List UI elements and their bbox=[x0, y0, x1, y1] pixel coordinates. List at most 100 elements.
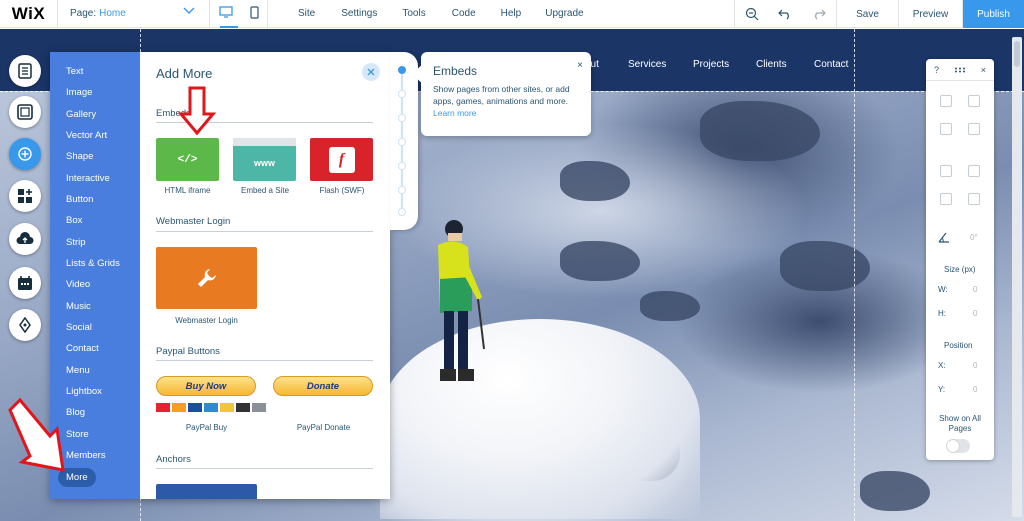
help-icon[interactable]: ? bbox=[934, 65, 939, 75]
webmaster-login-label: Webmaster Login bbox=[175, 316, 238, 325]
category-button[interactable]: Button bbox=[66, 194, 93, 205]
menu-code[interactable]: Code bbox=[452, 8, 476, 19]
arrange-icon[interactable] bbox=[940, 165, 952, 177]
paste-icon[interactable] bbox=[968, 95, 980, 107]
category-image[interactable]: Image bbox=[66, 87, 92, 98]
category-text[interactable]: Text bbox=[66, 66, 83, 77]
duplicate-icon[interactable] bbox=[940, 123, 952, 135]
category-more[interactable]: More bbox=[58, 468, 96, 487]
distribute-icon[interactable] bbox=[940, 193, 952, 205]
rail-dot[interactable] bbox=[398, 114, 406, 122]
category-shape[interactable]: Shape bbox=[66, 151, 93, 162]
height-label: H: bbox=[938, 309, 946, 318]
preview-button[interactable]: Preview bbox=[898, 0, 962, 28]
close-icon[interactable] bbox=[362, 63, 380, 81]
flash-swf-tile[interactable]: f bbox=[310, 138, 373, 181]
rail-dot[interactable] bbox=[398, 138, 406, 146]
height-value[interactable]: 0 bbox=[973, 309, 977, 318]
learn-more-link[interactable]: Learn more bbox=[433, 108, 476, 118]
category-lists-grids[interactable]: Lists & Grids bbox=[66, 258, 120, 269]
embed-site-tile[interactable]: www bbox=[233, 138, 296, 181]
inspector-close-icon[interactable]: × bbox=[981, 65, 986, 75]
app-market-icon[interactable] bbox=[9, 180, 41, 212]
undo-icon[interactable] bbox=[768, 0, 802, 28]
paypal-donate-button[interactable]: Donate bbox=[273, 376, 373, 396]
category-interactive[interactable]: Interactive bbox=[66, 173, 110, 184]
match-size-icon[interactable] bbox=[968, 193, 980, 205]
webmaster-login-tile[interactable] bbox=[156, 247, 257, 309]
scrollbar-thumb[interactable] bbox=[1014, 41, 1020, 67]
rock bbox=[560, 241, 640, 281]
bookings-icon[interactable] bbox=[9, 267, 41, 299]
background-icon[interactable] bbox=[9, 96, 41, 128]
wix-logo[interactable]: WiX bbox=[0, 0, 58, 28]
active-device-indicator bbox=[220, 25, 238, 28]
rotate-icon[interactable] bbox=[938, 231, 950, 246]
paypal-donate-label: PayPal Donate bbox=[296, 423, 351, 432]
menus-pages-icon[interactable] bbox=[9, 55, 41, 87]
category-gallery[interactable]: Gallery bbox=[66, 109, 96, 120]
menu-tools[interactable]: Tools bbox=[402, 8, 425, 19]
site-nav-contact[interactable]: Contact bbox=[814, 59, 848, 70]
section-title-anchors: Anchors bbox=[156, 454, 191, 465]
tooltip-close-icon[interactable]: × bbox=[577, 60, 583, 71]
category-store[interactable]: Store bbox=[66, 429, 89, 440]
align-icon[interactable] bbox=[968, 165, 980, 177]
rail-dot[interactable] bbox=[398, 186, 406, 194]
mobile-icon[interactable] bbox=[249, 5, 259, 22]
category-members[interactable]: Members bbox=[66, 450, 106, 461]
category-menu[interactable]: Menu bbox=[66, 365, 90, 376]
menu-settings[interactable]: Settings bbox=[341, 8, 377, 19]
y-value[interactable]: 0 bbox=[973, 385, 977, 394]
blog-icon[interactable] bbox=[9, 309, 41, 341]
redo-icon[interactable] bbox=[802, 0, 836, 28]
category-contact[interactable]: Contact bbox=[66, 343, 99, 354]
tooltip-title: Embeds bbox=[433, 64, 478, 78]
page-selector[interactable]: Page: Home bbox=[58, 0, 210, 28]
chevron-down-icon[interactable] bbox=[183, 7, 195, 18]
zoom-icon[interactable] bbox=[734, 0, 768, 28]
rail-dot-embeds[interactable] bbox=[398, 66, 406, 74]
anchor-tile[interactable] bbox=[156, 484, 257, 499]
category-lightbox[interactable]: Lightbox bbox=[66, 386, 102, 397]
page-selector-label: Page: bbox=[70, 8, 97, 19]
rail-dot[interactable] bbox=[398, 162, 406, 170]
category-vector-art[interactable]: Vector Art bbox=[66, 130, 107, 141]
width-value[interactable]: 0 bbox=[973, 285, 977, 294]
category-music[interactable]: Music bbox=[66, 301, 91, 312]
add-panel-content: Add More Embeds </> HTML iframe www Embe… bbox=[140, 52, 390, 499]
canvas-scrollbar[interactable] bbox=[1012, 37, 1022, 517]
inspector-panel: ? × 0° Size (px) W: 0 H: 0 Position X: 0… bbox=[926, 59, 994, 460]
html-iframe-tile[interactable]: </> bbox=[156, 138, 219, 181]
rail-dot[interactable] bbox=[398, 90, 406, 98]
category-strip[interactable]: Strip bbox=[66, 237, 86, 248]
site-nav-services[interactable]: Services bbox=[628, 59, 666, 70]
menu-help[interactable]: Help bbox=[501, 8, 522, 19]
add-icon[interactable] bbox=[9, 138, 41, 170]
paypal-buy-now-button[interactable]: Buy Now bbox=[156, 376, 256, 396]
save-button[interactable]: Save bbox=[836, 0, 898, 28]
tooltip-text: Show pages from other sites, or add apps… bbox=[433, 84, 570, 106]
inspector-header[interactable]: ? × bbox=[926, 59, 994, 81]
site-nav-projects[interactable]: Projects bbox=[693, 59, 729, 70]
menu-upgrade[interactable]: Upgrade bbox=[545, 8, 583, 19]
show-on-all-pages-toggle[interactable] bbox=[946, 439, 970, 453]
menu-site[interactable]: Site bbox=[298, 8, 315, 19]
section-scroll-rail[interactable] bbox=[390, 52, 418, 230]
category-blog[interactable]: Blog bbox=[66, 407, 85, 418]
category-social[interactable]: Social bbox=[66, 322, 92, 333]
width-label: W: bbox=[938, 285, 948, 294]
desktop-icon[interactable] bbox=[218, 6, 233, 21]
category-video[interactable]: Video bbox=[66, 279, 90, 290]
rail-dot[interactable] bbox=[398, 208, 406, 216]
upload-icon[interactable] bbox=[9, 223, 41, 255]
top-menu: Site Settings Tools Code Help Upgrade bbox=[268, 0, 584, 28]
drag-handle-icon[interactable] bbox=[954, 65, 966, 75]
delete-icon[interactable] bbox=[968, 123, 980, 135]
copy-icon[interactable] bbox=[940, 95, 952, 107]
x-value[interactable]: 0 bbox=[973, 361, 977, 370]
publish-button[interactable]: Publish bbox=[962, 0, 1024, 28]
site-nav-clients[interactable]: Clients bbox=[756, 59, 787, 70]
category-box[interactable]: Box bbox=[66, 215, 82, 226]
rotation-value[interactable]: 0° bbox=[970, 233, 978, 242]
